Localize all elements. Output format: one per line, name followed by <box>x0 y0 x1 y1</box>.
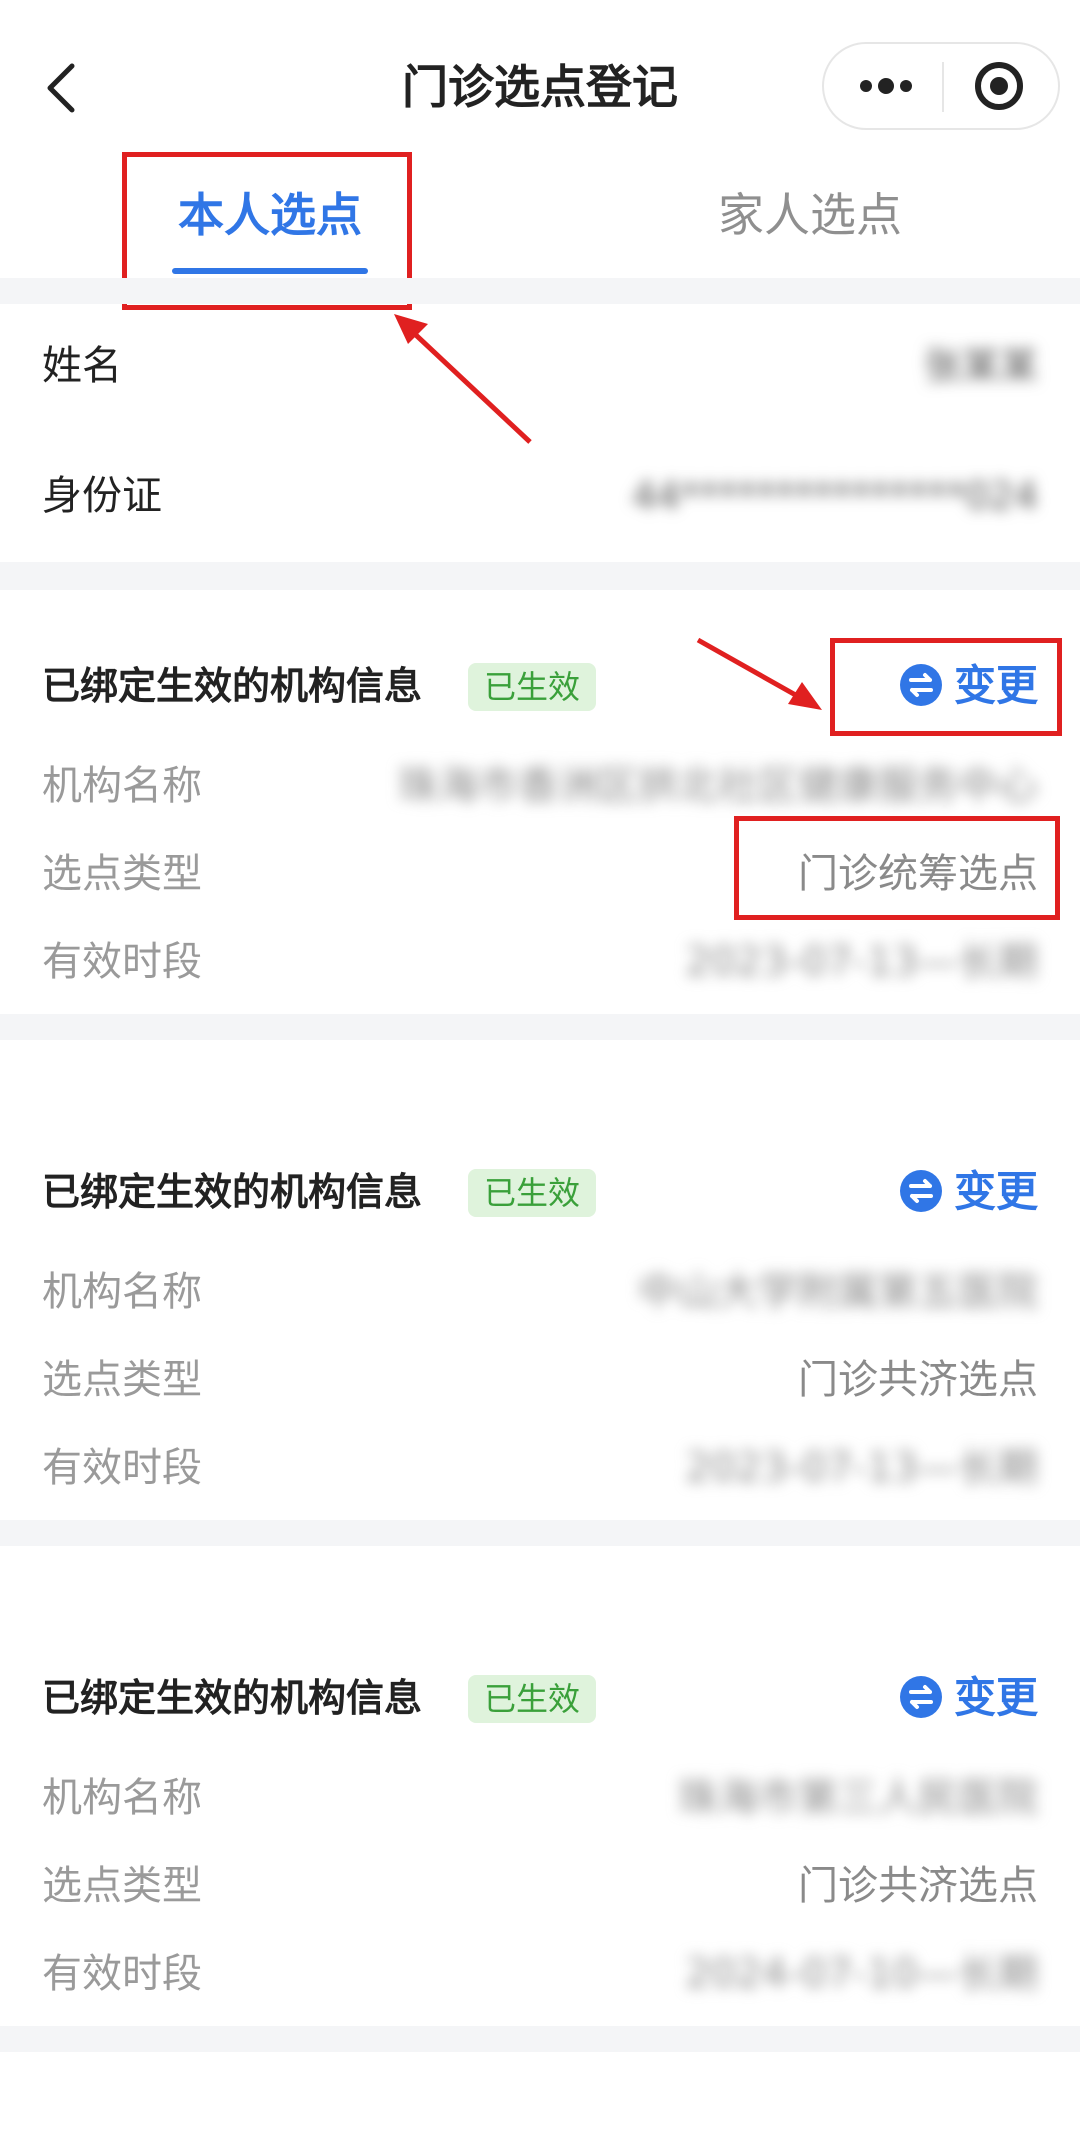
id-card-label: 身份证 <box>42 473 162 519</box>
more-button[interactable] <box>844 58 928 114</box>
institution-name-label: 机构名称 <box>42 1775 202 1821</box>
card-title: 已绑定生效的机构信息 <box>42 1170 423 1214</box>
annotation-box-change <box>830 638 1062 736</box>
name-value: 张某某 <box>923 344 1038 388</box>
status-badge: 已生效 <box>468 1169 597 1217</box>
institution-name-value: 中山大学附属第五医院 <box>638 1269 1038 1315</box>
status-badge: 已生效 <box>468 1675 597 1723</box>
selection-type-value: 门诊共济选点 <box>798 1357 1038 1403</box>
swap-icon <box>900 1170 942 1212</box>
target-icon <box>975 62 1023 110</box>
change-button[interactable]: 变更 <box>900 1162 1038 1222</box>
section-divider <box>0 1014 1080 1040</box>
section-divider <box>0 2026 1080 2052</box>
annotation-box-type <box>734 816 1060 920</box>
annotation-arrow-tab <box>394 314 532 444</box>
institution-name-label: 机构名称 <box>42 763 202 809</box>
valid-period-value: 2023-07-13—长期 <box>685 939 1038 985</box>
institution-name-value: 珠海市香洲区拱北社区健康服务中心 <box>398 763 1038 809</box>
change-label: 变更 <box>954 1167 1039 1216</box>
annotation-arrow-change <box>696 637 822 710</box>
name-label: 姓名 <box>42 343 122 389</box>
institution-name-label: 机构名称 <box>42 1269 202 1315</box>
card-title: 已绑定生效的机构信息 <box>42 1676 423 1720</box>
section-divider <box>0 562 1080 590</box>
valid-period-value: 2023-07-13—长期 <box>685 1445 1038 1491</box>
valid-period-label: 有效时段 <box>42 1445 202 1491</box>
change-label: 变更 <box>954 1673 1039 1722</box>
tab-family-selection[interactable]: 家人选点 <box>690 180 930 250</box>
card-title: 已绑定生效的机构信息 <box>42 664 423 708</box>
institution-name-value: 珠海市第三人民医院 <box>678 1775 1038 1821</box>
status-badge: 已生效 <box>468 663 597 711</box>
close-program-button[interactable] <box>954 58 1044 114</box>
valid-period-value: 2024-07-10—长期 <box>685 1951 1038 1997</box>
section-divider <box>0 1520 1080 1546</box>
capsule-divider <box>942 62 944 112</box>
valid-period-label: 有效时段 <box>42 1951 202 1997</box>
more-dots-icon <box>860 78 912 94</box>
id-card-value: 44***************024 <box>632 474 1038 518</box>
selection-type-label: 选点类型 <box>42 1357 202 1403</box>
swap-icon <box>900 1676 942 1718</box>
selection-type-label: 选点类型 <box>42 1863 202 1909</box>
selection-type-value: 门诊共济选点 <box>798 1863 1038 1909</box>
mini-program-capsule <box>822 42 1060 130</box>
header-bar: 门诊选点登记 <box>0 0 1080 170</box>
valid-period-label: 有效时段 <box>42 939 202 985</box>
selection-type-label: 选点类型 <box>42 851 202 897</box>
change-button[interactable]: 变更 <box>900 1668 1038 1728</box>
